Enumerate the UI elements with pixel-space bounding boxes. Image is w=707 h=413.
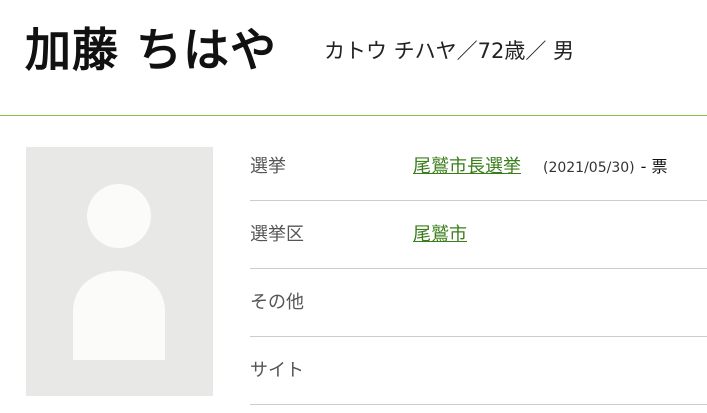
info-row-site: サイト <box>250 337 707 405</box>
info-row-election: 選挙 尾鷲市長選挙 (2021/05/30) - 票 <box>250 133 707 201</box>
vote-count: - 票 <box>640 157 668 176</box>
election-date: (2021/05/30) <box>543 160 635 176</box>
candidate-name: 加藤 ちはや <box>25 23 278 77</box>
profile-info-table: 選挙 尾鷲市長選挙 (2021/05/30) - 票 選挙区 尾鷲市 その他 サイト <box>250 133 707 405</box>
election-link[interactable]: 尾鷲市長選挙 <box>413 156 521 177</box>
site-label: サイト <box>250 360 304 381</box>
district-value: 尾鷲市 <box>413 222 467 248</box>
person-silhouette-icon <box>73 184 165 360</box>
district-link[interactable]: 尾鷲市 <box>413 224 467 245</box>
info-row-district: 選挙区 尾鷲市 <box>250 201 707 269</box>
other-label: その他 <box>250 292 304 313</box>
district-label: 選挙区 <box>250 224 304 245</box>
avatar-placeholder <box>26 147 213 396</box>
profile-header: 加藤 ちはや カトウ チハヤ／72歳／ 男 <box>0 0 707 115</box>
info-row-other: その他 <box>250 269 707 337</box>
election-label: 選挙 <box>250 156 286 177</box>
candidate-meta: カトウ チハヤ／72歳／ 男 <box>324 39 575 63</box>
election-value: 尾鷲市長選挙 (2021/05/30) - 票 <box>413 154 668 181</box>
header-divider <box>0 115 707 116</box>
